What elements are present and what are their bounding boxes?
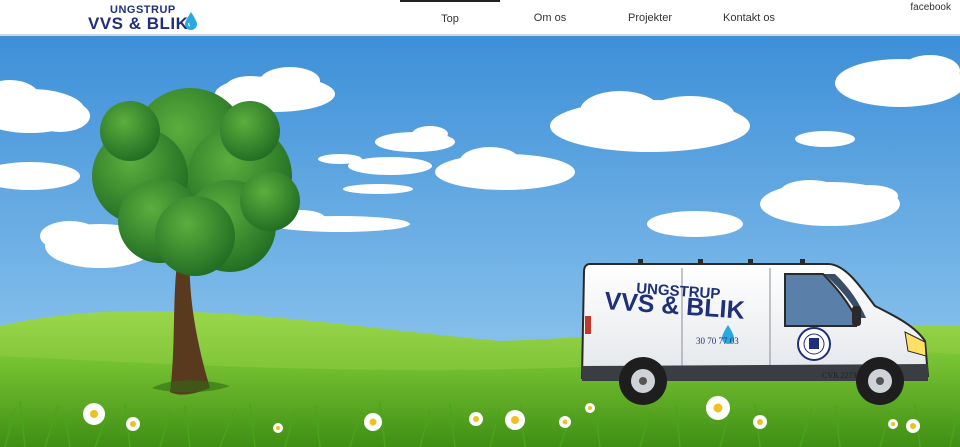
van-cvr: CVR 2273: [822, 371, 856, 380]
van-phone: 30 70 77 03: [696, 336, 739, 346]
daisy: [83, 403, 105, 425]
header-bar: UNGSTRUP VVS & BLIK Top Om os Projekter …: [0, 0, 960, 36]
daisy: [753, 415, 767, 429]
daisy: [559, 416, 571, 428]
cloud: [795, 131, 855, 147]
facebook-link[interactable]: facebook: [910, 2, 951, 13]
hero-illustration: UNGSTRUP VVS & BLIK 30 70 77 03 CVR 2273: [0, 36, 960, 447]
daisy: [585, 403, 595, 413]
hero-banner: UNGSTRUP VVS & BLIK 30 70 77 03 CVR 2273: [0, 36, 960, 447]
nav-item-label: Top: [441, 13, 459, 25]
daisy: [469, 412, 483, 426]
cloud: [343, 184, 413, 194]
daisy: [906, 419, 920, 433]
daisy: [888, 419, 898, 429]
van-wheel-front: [856, 357, 904, 405]
daisy: [273, 423, 283, 433]
nav-item-projekter[interactable]: Projekter: [600, 0, 700, 36]
circle-emblem-icon: [797, 327, 831, 361]
nav-item-om-os[interactable]: Om os: [500, 0, 600, 36]
nav-item-label: Projekter: [627, 12, 673, 24]
van-rear-light: [585, 316, 591, 334]
nav-item-label: Om os: [533, 12, 567, 24]
nav-item-kontakt-os[interactable]: Kontakt os: [700, 0, 798, 36]
nav-item-top[interactable]: Top: [400, 0, 500, 36]
logo-line2: VVS & BLIK: [88, 14, 189, 33]
daisy: [364, 413, 382, 431]
daisy: [706, 396, 730, 420]
van-mirror: [852, 306, 861, 326]
nav-item-label: Kontakt os: [723, 12, 775, 24]
cloud: [647, 211, 743, 237]
company-logo[interactable]: UNGSTRUP VVS & BLIK: [88, 4, 200, 33]
daisy: [126, 417, 140, 431]
van-wheel-rear: [619, 357, 667, 405]
daisy: [505, 410, 525, 430]
water-drop-icon: [185, 12, 197, 30]
